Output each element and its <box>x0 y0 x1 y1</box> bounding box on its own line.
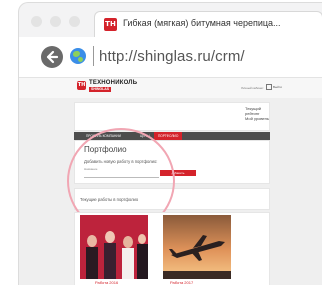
nav-prices[interactable]: ЦЕНЫ <box>140 134 150 138</box>
rating-card: Текущий рейтинг Мой уровень <box>74 102 270 131</box>
logo-sub: SHINGLAS <box>89 87 112 92</box>
tab-bar: ТН Гибкая (мягкая) битумная черепица... <box>19 3 322 37</box>
add-work-button[interactable]: добавить <box>160 170 196 176</box>
address-bar-url[interactable]: http://shinglas.ru/crm/ <box>99 48 245 65</box>
site-header: ТН ТЕХНОНИКОЛЬ SHINGLAS Личный кабинет В… <box>19 78 322 98</box>
rating-block: Текущий рейтинг Мой уровень <box>245 106 269 121</box>
nav-company-profile[interactable]: ПРОФИЛЬ КОМПАНИИ <box>86 134 121 138</box>
back-arrow-icon[interactable] <box>41 46 63 68</box>
add-work-label: Добавить новую работу в портфолио: <box>84 159 158 164</box>
logo-name: ТЕХНОНИКОЛЬ <box>89 80 138 86</box>
portfolio-gallery: Работа 2016 Работа 2017 <box>74 212 270 285</box>
profile-nav: ПРОФИЛЬ КОМПАНИИ ЦЕНЫ ПОРТФОЛИО <box>74 132 270 140</box>
window-close-dot[interactable] <box>31 16 42 27</box>
current-works-header: Текущие работы в портфолио <box>74 188 270 210</box>
portfolio-form-card: Портфолио Добавить новую работу в портфо… <box>74 140 270 184</box>
rating-subtitle: Мой уровень <box>245 116 269 121</box>
portfolio-title: Портфолио <box>84 145 127 154</box>
tab-title: Гибкая (мягкая) битумная черепица... <box>123 18 281 28</box>
address-separator <box>93 46 94 66</box>
work-thumbnail-2017[interactable] <box>163 215 231 279</box>
work-caption-2016[interactable]: Работа 2016 <box>95 280 118 285</box>
nav-portfolio[interactable]: ПОРТФОЛИО <box>154 132 183 140</box>
exit-label[interactable]: Выйти <box>273 85 282 89</box>
work-name-input[interactable] <box>84 171 159 178</box>
header-cabinet-link[interactable]: Личный кабинет <box>241 86 264 90</box>
current-works-label: Текущие работы в портфолио <box>80 197 139 202</box>
technonicol-logo-icon: ТН <box>77 81 86 90</box>
rating-title: Текущий рейтинг <box>245 106 261 116</box>
tn-favicon-icon: ТН <box>104 18 117 31</box>
work-caption-2017[interactable]: Работа 2017 <box>170 280 193 285</box>
website-content: ТН ТЕХНОНИКОЛЬ SHINGLAS Личный кабинет В… <box>19 78 322 285</box>
browser-window: ТН Гибкая (мягкая) битумная черепица... … <box>18 2 322 285</box>
work-thumbnail-2016[interactable] <box>80 215 148 279</box>
address-toolbar: http://shinglas.ru/crm/ <box>19 37 322 78</box>
browser-tab[interactable]: ТН Гибкая (мягкая) битумная черепица... <box>94 11 322 37</box>
globe-icon <box>70 48 86 64</box>
exit-icon[interactable] <box>266 84 272 90</box>
window-maximize-dot[interactable] <box>69 16 80 27</box>
window-minimize-dot[interactable] <box>50 16 61 27</box>
